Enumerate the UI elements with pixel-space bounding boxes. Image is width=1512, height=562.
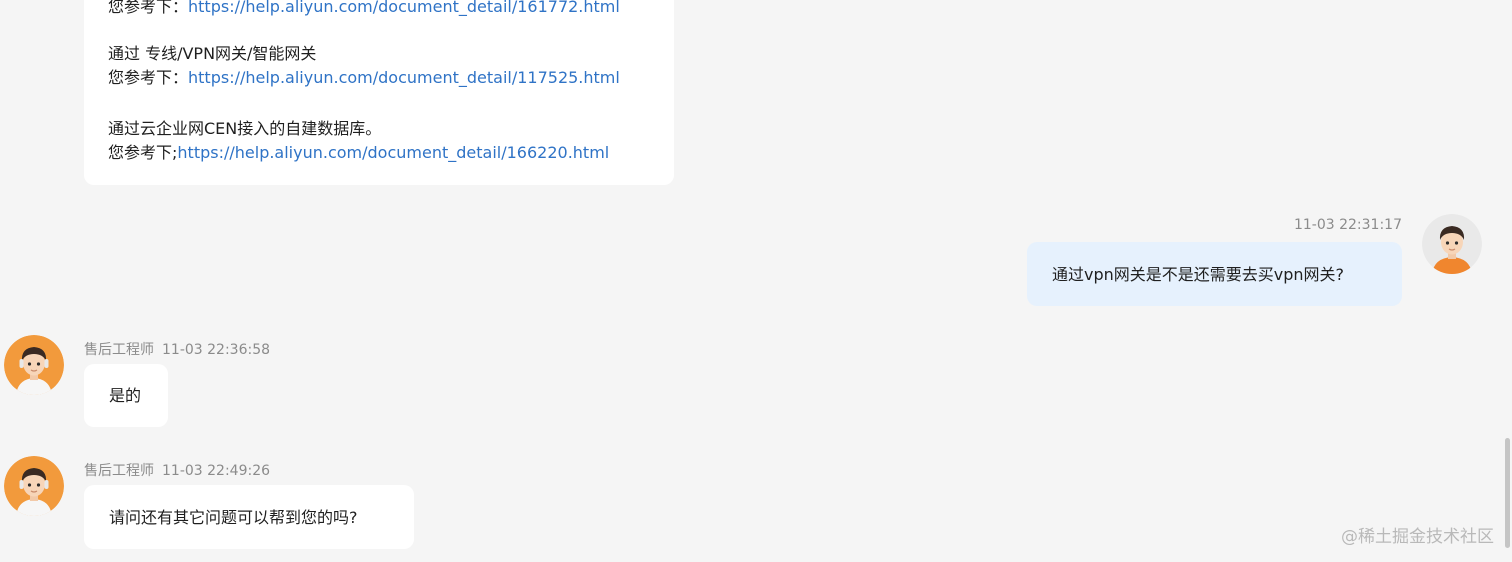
- line-text: 通过 专线/VPN网关/智能网关: [108, 44, 317, 63]
- message-meta: 售后工程师 11-03 22:36:58: [84, 339, 270, 359]
- sender-name: 售后工程师: [84, 463, 154, 479]
- agent-message-bubble: 您参考下：https://help.aliyun.com/document_de…: [84, 0, 674, 185]
- watermark-text: @稀土掘金技术社区: [1341, 527, 1494, 547]
- message-timestamp: 11-03 22:49:26: [162, 463, 271, 479]
- message-line: 通过 专线/VPN网关/智能网关: [108, 41, 316, 66]
- line-prefix: 您参考下;: [108, 143, 178, 162]
- message-timestamp: 11-03 22:31:17: [1293, 217, 1402, 233]
- line-prefix: 您参考下：: [108, 0, 189, 16]
- agent-message-bubble: 请问还有其它问题可以帮到您的吗?: [84, 485, 414, 549]
- message-text: 请问还有其它问题可以帮到您的吗?: [109, 508, 358, 527]
- message-timestamp: 11-03 22:36:58: [162, 342, 271, 358]
- agent-avatar-icon[interactable]: [4, 335, 64, 395]
- chat-area: 您参考下：https://help.aliyun.com/document_de…: [0, 0, 1512, 562]
- user-avatar-icon[interactable]: [1422, 214, 1482, 274]
- doc-link[interactable]: https://help.aliyun.com/document_detail/…: [188, 0, 620, 16]
- message-line: 您参考下;https://help.aliyun.com/document_de…: [108, 140, 609, 165]
- doc-link[interactable]: https://help.aliyun.com/document_detail/…: [177, 143, 609, 162]
- message-text: 通过vpn网关是不是还需要去买vpn网关?: [1052, 265, 1345, 284]
- doc-link[interactable]: https://help.aliyun.com/document_detail/…: [188, 68, 620, 87]
- agent-message-bubble: 是的: [84, 364, 168, 427]
- message-meta: 售后工程师 11-03 22:49:26: [84, 460, 270, 480]
- scrollbar-thumb[interactable]: [1505, 438, 1510, 548]
- sender-name: 售后工程师: [84, 342, 154, 358]
- line-prefix: 您参考下：: [108, 68, 189, 87]
- line-text: 通过云企业网CEN接入的自建数据库。: [108, 119, 382, 138]
- agent-avatar-icon[interactable]: [4, 456, 64, 516]
- message-text: 是的: [109, 386, 142, 405]
- message-line: 通过云企业网CEN接入的自建数据库。: [108, 116, 381, 141]
- message-line: 您参考下：https://help.aliyun.com/document_de…: [108, 0, 620, 19]
- message-line: 您参考下：https://help.aliyun.com/document_de…: [108, 65, 620, 90]
- user-message-bubble: 通过vpn网关是不是还需要去买vpn网关?: [1027, 242, 1402, 306]
